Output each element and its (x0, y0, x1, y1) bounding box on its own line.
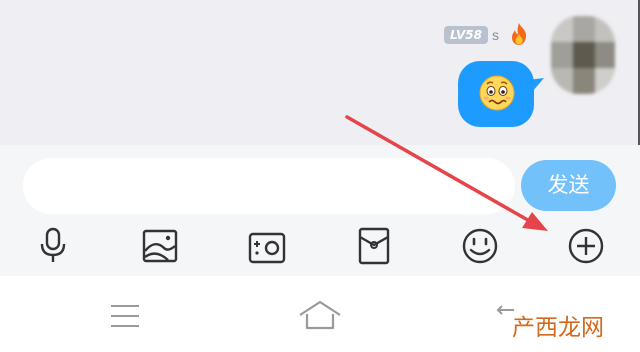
chat-area: LV58 s (0, 0, 640, 145)
menu-icon[interactable] (108, 302, 142, 330)
input-panel: 发送 (0, 145, 640, 276)
worried-face-emoji (479, 75, 515, 111)
watermark: 产西龙网 (512, 315, 604, 341)
emoji-icon[interactable] (458, 224, 502, 268)
plus-icon[interactable] (564, 224, 608, 268)
red-packet-icon[interactable] (352, 224, 396, 268)
sender-name: s (492, 27, 499, 43)
avatar[interactable] (551, 16, 615, 94)
bubble-tail (528, 78, 544, 92)
camera-icon[interactable] (245, 225, 289, 269)
navigation-bar: 产西龙网 (0, 276, 640, 352)
fire-icon (512, 23, 527, 45)
home-icon[interactable] (296, 298, 344, 332)
message-input[interactable] (23, 158, 515, 214)
level-badge: LV58 (444, 26, 488, 44)
image-icon[interactable] (138, 224, 182, 268)
send-button[interactable]: 发送 (521, 160, 616, 211)
microphone-icon[interactable] (31, 223, 75, 267)
